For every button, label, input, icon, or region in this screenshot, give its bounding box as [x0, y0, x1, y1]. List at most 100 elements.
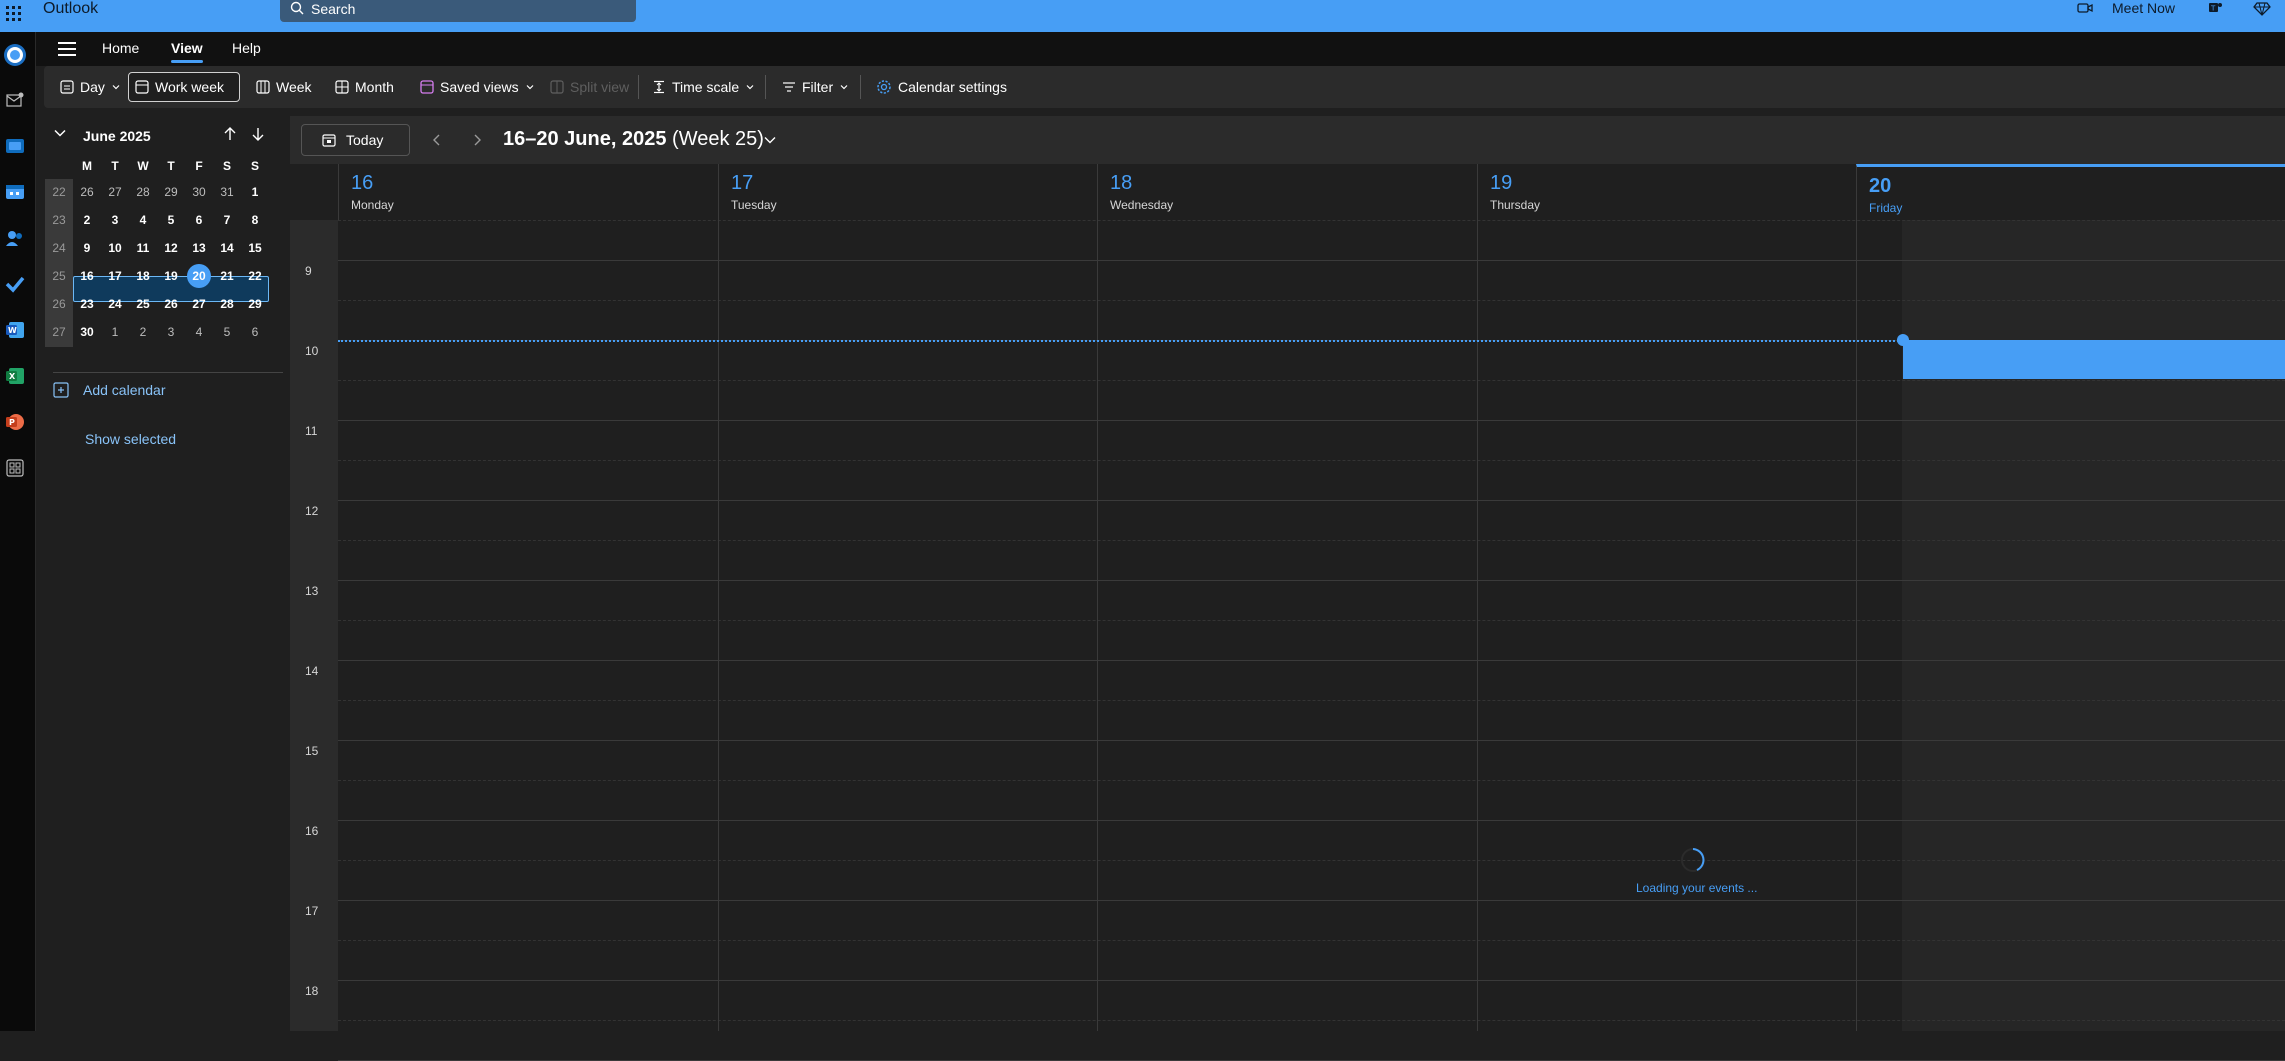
- day-header-thursday[interactable]: 19 Thursday: [1477, 164, 1857, 220]
- mini-calendar-month[interactable]: June 2025: [83, 128, 151, 144]
- mini-calendar-day[interactable]: 28: [213, 292, 241, 316]
- mini-calendar-day[interactable]: 16: [73, 264, 101, 288]
- mini-calendar-day[interactable]: 15: [241, 236, 269, 260]
- chevron-down-icon[interactable]: [839, 82, 849, 92]
- filter-button[interactable]: Filter: [776, 72, 855, 102]
- menu-icon[interactable]: [58, 42, 76, 56]
- mini-calendar-day[interactable]: 9: [73, 236, 101, 260]
- day-header-tuesday[interactable]: 17 Tuesday: [718, 164, 1098, 220]
- chevron-down-icon[interactable]: [111, 82, 121, 92]
- saved-views-button[interactable]: Saved views: [414, 72, 541, 102]
- copilot-icon[interactable]: [2, 42, 28, 68]
- powerpoint-icon[interactable]: P: [2, 409, 28, 435]
- mini-calendar-today[interactable]: 20: [185, 264, 213, 288]
- next-week-icon[interactable]: [470, 131, 484, 149]
- mini-calendar-day[interactable]: 3: [101, 208, 129, 232]
- mini-calendar-day[interactable]: 13: [185, 236, 213, 260]
- mini-calendar-day[interactable]: 31: [213, 180, 241, 204]
- chevron-down-icon[interactable]: [745, 82, 755, 92]
- mini-calendar-day[interactable]: 22: [241, 264, 269, 288]
- show-selected-link[interactable]: Show selected: [85, 431, 176, 447]
- week-number[interactable]: 24: [45, 241, 73, 255]
- mini-calendar-day[interactable]: 30: [73, 320, 101, 344]
- today-button[interactable]: Today: [301, 124, 410, 156]
- day-view-button[interactable]: Day: [54, 72, 127, 102]
- current-time-block[interactable]: [1903, 340, 2285, 379]
- mini-calendar-day[interactable]: 5: [157, 208, 185, 232]
- search-input[interactable]: Search: [311, 1, 355, 17]
- collapse-chevron-icon[interactable]: [53, 126, 67, 140]
- mini-calendar-day[interactable]: 4: [185, 320, 213, 344]
- todo-check-icon[interactable]: [2, 271, 28, 297]
- mini-calendar-day[interactable]: 28: [129, 180, 157, 204]
- day-header-friday[interactable]: 20 Friday: [1856, 164, 2285, 220]
- week-number[interactable]: 23: [45, 213, 73, 227]
- previous-week-icon[interactable]: [430, 131, 444, 149]
- mini-calendar-day[interactable]: 6: [185, 208, 213, 232]
- mini-calendar-day[interactable]: 12: [157, 236, 185, 260]
- mini-calendar-day[interactable]: 24: [101, 292, 129, 316]
- more-apps-icon[interactable]: [2, 455, 28, 481]
- mini-calendar-day[interactable]: 8: [241, 208, 269, 232]
- mini-calendar-day[interactable]: 1: [241, 180, 269, 204]
- search-box[interactable]: Search: [280, 0, 636, 22]
- mini-calendar-day[interactable]: 17: [101, 264, 129, 288]
- app-launcher-icon[interactable]: [4, 4, 24, 22]
- mini-calendar-day[interactable]: 21: [213, 264, 241, 288]
- month-view-button[interactable]: Month: [329, 72, 400, 102]
- time-grid[interactable]: [338, 220, 2285, 1061]
- month-icon: [335, 80, 349, 94]
- mini-calendar-day[interactable]: 26: [73, 180, 101, 204]
- chevron-down-icon[interactable]: [525, 82, 535, 92]
- chevron-down-icon[interactable]: [763, 133, 777, 147]
- app-title[interactable]: Outlook: [43, 0, 98, 18]
- arrow-down-icon[interactable]: [250, 126, 266, 142]
- mini-calendar-day[interactable]: 6: [241, 320, 269, 344]
- week-view-button[interactable]: Week: [250, 72, 318, 102]
- excel-icon[interactable]: X: [2, 363, 28, 389]
- mini-calendar-day[interactable]: 2: [73, 208, 101, 232]
- mini-calendar-day[interactable]: 7: [213, 208, 241, 232]
- mini-calendar-day[interactable]: 11: [129, 236, 157, 260]
- week-number[interactable]: 25: [45, 269, 73, 283]
- tab-view[interactable]: View: [171, 40, 203, 63]
- mini-calendar-day[interactable]: 1: [101, 320, 129, 344]
- tab-help[interactable]: Help: [232, 40, 261, 56]
- mini-calendar-day[interactable]: 27: [101, 180, 129, 204]
- mini-calendar-day[interactable]: 25: [129, 292, 157, 316]
- arrow-up-icon[interactable]: [222, 126, 238, 142]
- mini-calendar-day[interactable]: 23: [73, 292, 101, 316]
- mini-calendar-day[interactable]: 19: [157, 264, 185, 288]
- mini-calendar-day[interactable]: 5: [213, 320, 241, 344]
- mini-calendar-day[interactable]: 26: [157, 292, 185, 316]
- people-icon[interactable]: [2, 225, 28, 251]
- date-range-title[interactable]: 16–20 June, 2025 (Week 25): [503, 128, 764, 151]
- week-number[interactable]: 26: [45, 297, 73, 311]
- day-header-wednesday[interactable]: 18 Wednesday: [1097, 164, 1477, 220]
- day-header-monday[interactable]: 16 Monday: [338, 164, 718, 220]
- tab-home[interactable]: Home: [102, 40, 139, 56]
- mini-calendar-day[interactable]: 30: [185, 180, 213, 204]
- add-calendar-link[interactable]: Add calendar: [53, 382, 166, 398]
- mini-calendar-day[interactable]: 2: [129, 320, 157, 344]
- premium-diamond-icon[interactable]: [2253, 0, 2271, 16]
- mini-calendar-day[interactable]: 10: [101, 236, 129, 260]
- time-scale-button[interactable]: Time scale: [646, 72, 761, 102]
- word-icon[interactable]: W: [2, 317, 28, 343]
- work-week-view-button[interactable]: Work week: [128, 72, 240, 102]
- week-number[interactable]: 22: [45, 185, 73, 199]
- calendar-icon[interactable]: [2, 179, 28, 205]
- teams-icon[interactable]: T: [2206, 0, 2224, 16]
- mini-calendar-day[interactable]: 4: [129, 208, 157, 232]
- outlook-mail-icon[interactable]: [2, 133, 28, 159]
- mail-icon[interactable]: [2, 87, 28, 113]
- mini-calendar-day[interactable]: 29: [157, 180, 185, 204]
- mini-calendar-day[interactable]: 14: [213, 236, 241, 260]
- mini-calendar-day[interactable]: 3: [157, 320, 185, 344]
- mini-calendar-day[interactable]: 18: [129, 264, 157, 288]
- week-number[interactable]: 27: [45, 325, 73, 339]
- mini-calendar-day[interactable]: 27: [185, 292, 213, 316]
- meet-now-button[interactable]: Meet Now: [2112, 0, 2175, 16]
- calendar-settings-button[interactable]: Calendar settings: [870, 72, 1013, 102]
- mini-calendar-day[interactable]: 29: [241, 292, 269, 316]
